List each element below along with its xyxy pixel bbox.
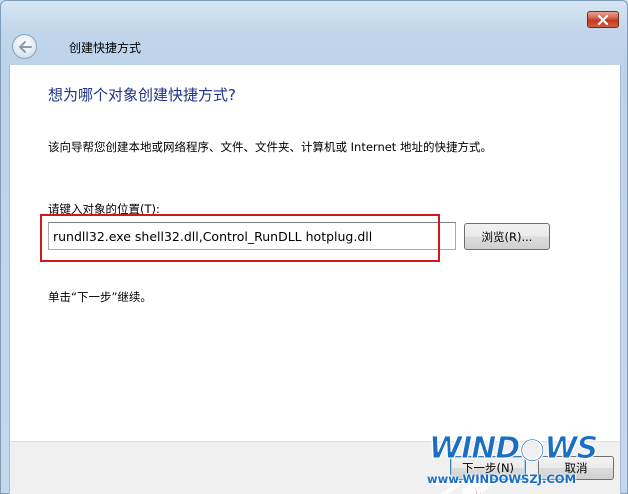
page-description: 该向导帮您创建本地或网络程序、文件、文件夹、计算机或 Internet 地址的快… bbox=[48, 140, 492, 154]
create-shortcut-dialog: 创建快捷方式 想为哪个对象创建快捷方式? 该向导帮您创建本地或网络程序、文件、文… bbox=[0, 0, 628, 494]
wizard-title: 创建快捷方式 bbox=[69, 41, 142, 55]
location-label-accesskey: T bbox=[144, 202, 152, 216]
wizard-footer: 下一步(N) 取消 bbox=[9, 441, 621, 494]
next-hint: 单击“下一步”继续。 bbox=[48, 290, 152, 304]
back-button[interactable] bbox=[12, 34, 37, 59]
wizard-content: 想为哪个对象创建快捷方式? 该向导帮您创建本地或网络程序、文件、文件夹、计算机或… bbox=[9, 65, 621, 494]
back-arrow-icon bbox=[18, 40, 32, 53]
next-button[interactable]: 下一步(N) bbox=[450, 456, 526, 480]
location-label-text: 请键入对象的位置( bbox=[48, 202, 145, 216]
location-input[interactable] bbox=[48, 222, 456, 250]
close-icon bbox=[597, 14, 609, 25]
page-heading: 想为哪个对象创建快捷方式? bbox=[48, 86, 236, 104]
location-label: 请键入对象的位置(T): bbox=[48, 201, 160, 217]
location-label-end: ): bbox=[151, 202, 160, 216]
cancel-button[interactable]: 取消 bbox=[538, 456, 614, 480]
close-button[interactable] bbox=[587, 11, 619, 28]
browse-button[interactable]: 浏览(R)... bbox=[464, 223, 550, 250]
